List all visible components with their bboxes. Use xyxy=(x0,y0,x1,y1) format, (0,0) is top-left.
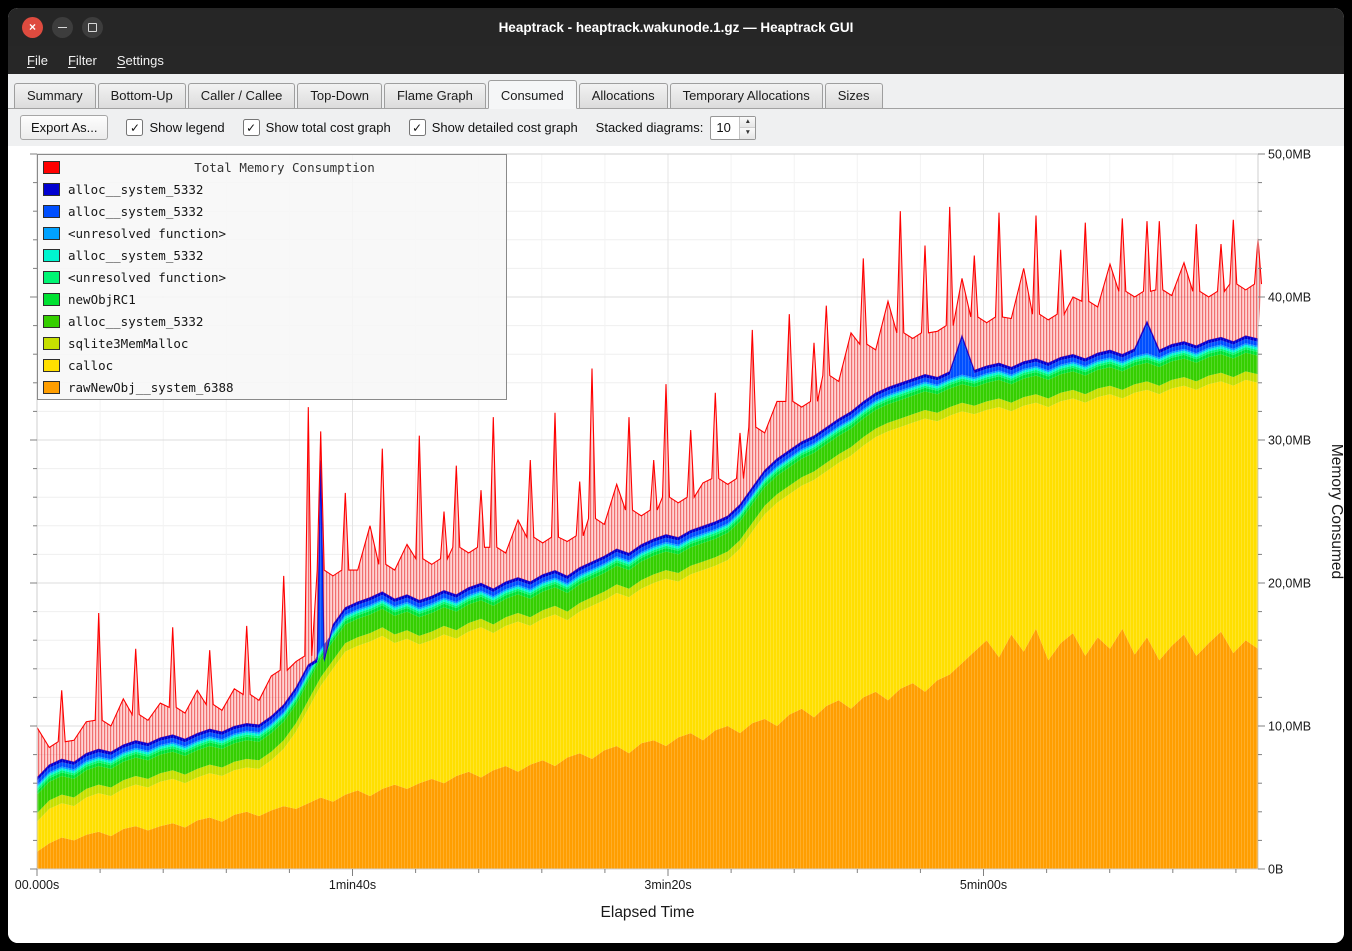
toolbar: Export As... ✓ Show legend ✓ Show total cos… xyxy=(8,109,1344,146)
svg-text:Elapsed Time: Elapsed Time xyxy=(601,904,695,921)
legend-label: sqlite3MemMalloc xyxy=(68,336,188,351)
legend-label: calloc xyxy=(68,358,113,373)
svg-text:5min00s: 5min00s xyxy=(960,878,1007,892)
maximize-icon xyxy=(88,23,97,32)
stacked-diagrams-control: Stacked diagrams: 10 ▲ ▼ xyxy=(596,116,757,140)
legend-entry: rawNewObj__system_6388 xyxy=(43,376,501,398)
legend-entry: <unresolved function> xyxy=(43,222,501,244)
chart-legend: Total Memory Consumption alloc__system_53… xyxy=(37,154,507,400)
tab-caller-callee[interactable]: Caller / Callee xyxy=(188,83,296,108)
legend-swatch xyxy=(43,249,60,262)
menubar: FileFilterSettings xyxy=(8,46,1344,74)
export-as-button[interactable]: Export As... xyxy=(20,115,108,140)
legend-label: <unresolved function> xyxy=(68,226,226,241)
spin-up-button[interactable]: ▲ xyxy=(740,117,755,128)
tab-summary[interactable]: Summary xyxy=(14,83,96,108)
tab-temporary-allocations[interactable]: Temporary Allocations xyxy=(670,83,823,108)
app-window: × Heaptrack - heaptrack.wakunode.1.gz — … xyxy=(8,8,1344,943)
show-total-cost-graph-checkbox[interactable]: ✓ Show total cost graph xyxy=(243,119,391,136)
legend-swatch xyxy=(43,381,60,394)
legend-swatch xyxy=(43,227,60,240)
legend-entry: alloc__system_5332 xyxy=(43,178,501,200)
legend-entry: calloc xyxy=(43,354,501,376)
checkbox-label: Show legend xyxy=(149,120,224,135)
close-icon: × xyxy=(29,20,36,34)
show-detailed-cost-graph-checkbox[interactable]: ✓ Show detailed cost graph xyxy=(409,119,578,136)
consumed-chart: 0B 10,0MB 20,0MB 30,0MB 40,0MB 50,0MB 00.000s 1… xyxy=(8,146,1344,943)
tab-bar: SummaryBottom-UpCaller / CalleeTop-DownF… xyxy=(8,74,1344,109)
legend-label: alloc__system_5332 xyxy=(68,182,203,197)
stacked-diagrams-label: Stacked diagrams: xyxy=(596,120,704,135)
legend-entry: alloc__system_5332 xyxy=(43,310,501,332)
tab-bottom-up[interactable]: Bottom-Up xyxy=(98,83,186,108)
menu-settings[interactable]: Settings xyxy=(108,49,173,72)
checkbox-box[interactable]: ✓ xyxy=(409,119,426,136)
legend-entry: <unresolved function> xyxy=(43,266,501,288)
menu-file[interactable]: File xyxy=(18,49,57,72)
spin-down-button[interactable]: ▼ xyxy=(740,127,755,139)
legend-swatch xyxy=(43,337,60,350)
svg-text:10,0MB: 10,0MB xyxy=(1268,720,1311,734)
svg-text:3min20s: 3min20s xyxy=(644,878,691,892)
legend-label: alloc__system_5332 xyxy=(68,248,203,263)
checkbox-group: ✓ Show legend ✓ Show total cost graph ✓ Show … xyxy=(126,119,577,136)
spinner-buttons: ▲ ▼ xyxy=(739,117,755,139)
titlebar: × Heaptrack - heaptrack.wakunode.1.gz — … xyxy=(8,8,1344,46)
legend-swatch xyxy=(43,315,60,328)
svg-text:50,0MB: 50,0MB xyxy=(1268,148,1311,162)
legend-entry: sqlite3MemMalloc xyxy=(43,332,501,354)
legend-swatch xyxy=(43,271,60,284)
svg-text:00.000s: 00.000s xyxy=(15,878,59,892)
legend-swatch xyxy=(43,205,60,218)
tab-consumed[interactable]: Consumed xyxy=(488,80,577,109)
legend-label: <unresolved function> xyxy=(68,270,226,285)
tab-sizes[interactable]: Sizes xyxy=(825,83,883,108)
maximize-button[interactable] xyxy=(82,17,103,38)
svg-text:1min40s: 1min40s xyxy=(329,878,376,892)
legend-entry: alloc__system_5332 xyxy=(43,200,501,222)
legend-title: Total Memory Consumption xyxy=(68,160,501,175)
legend-swatch xyxy=(43,293,60,306)
window-title: Heaptrack - heaptrack.wakunode.1.gz — He… xyxy=(8,20,1344,35)
close-button[interactable]: × xyxy=(22,17,43,38)
tab-flame-graph[interactable]: Flame Graph xyxy=(384,83,486,108)
legend-total-swatch xyxy=(43,161,60,174)
legend-label: rawNewObj__system_6388 xyxy=(68,380,234,395)
desktop: { "window": { "title": "Heaptrack - heap… xyxy=(0,0,1352,951)
checkbox-label: Show detailed cost graph xyxy=(432,120,578,135)
legend-entry: alloc__system_5332 xyxy=(43,244,501,266)
legend-entry: newObjRC1 xyxy=(43,288,501,310)
stacked-diagrams-spinbox[interactable]: 10 ▲ ▼ xyxy=(710,116,756,140)
svg-text:20,0MB: 20,0MB xyxy=(1268,577,1311,591)
legend-swatch xyxy=(43,183,60,196)
show-legend-checkbox[interactable]: ✓ Show legend xyxy=(126,119,224,136)
svg-text:30,0MB: 30,0MB xyxy=(1268,434,1311,448)
checkbox-label: Show total cost graph xyxy=(266,120,391,135)
legend-label: alloc__system_5332 xyxy=(68,204,203,219)
tab-top-down[interactable]: Top-Down xyxy=(297,83,382,108)
legend-swatch xyxy=(43,359,60,372)
minimize-button[interactable] xyxy=(52,17,73,38)
svg-text:0B: 0B xyxy=(1268,863,1283,877)
minimize-icon xyxy=(58,27,67,28)
checkbox-box[interactable]: ✓ xyxy=(126,119,143,136)
checkbox-box[interactable]: ✓ xyxy=(243,119,260,136)
window-controls: × xyxy=(22,8,103,46)
stacked-diagrams-value: 10 xyxy=(711,117,739,139)
legend-label: alloc__system_5332 xyxy=(68,314,203,329)
tab-allocations[interactable]: Allocations xyxy=(579,83,668,108)
menu-filter[interactable]: Filter xyxy=(59,49,106,72)
svg-text:40,0MB: 40,0MB xyxy=(1268,291,1311,305)
legend-title-row: Total Memory Consumption xyxy=(43,156,501,178)
legend-label: newObjRC1 xyxy=(68,292,136,307)
svg-text:Memory Consumed: Memory Consumed xyxy=(1328,444,1344,579)
